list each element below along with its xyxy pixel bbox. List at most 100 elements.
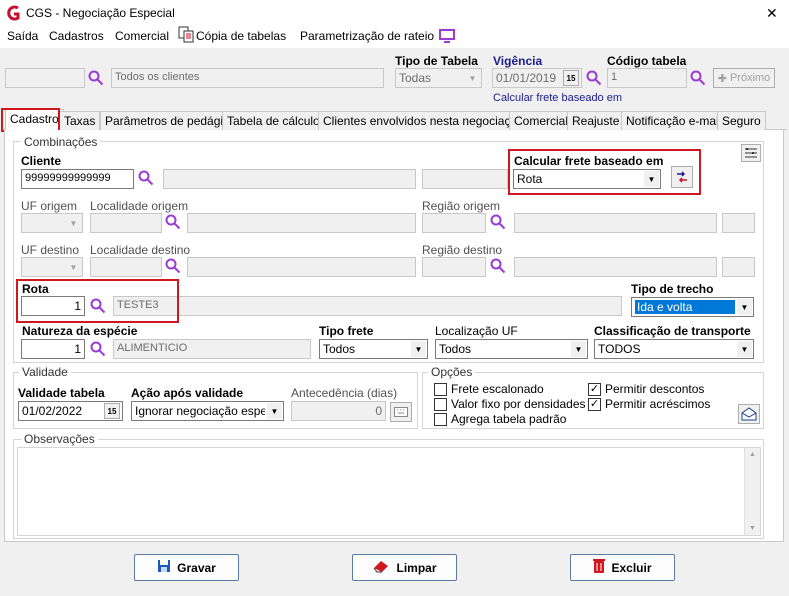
localidade-origem-desc: [187, 213, 416, 233]
tipo-trecho-label: Tipo de trecho: [631, 282, 714, 296]
scrollbar[interactable]: ▲ ▼: [744, 448, 760, 535]
chevron-down-icon: ▼: [66, 215, 81, 231]
tipo-trecho-select[interactable]: Ida e volta ▼: [631, 297, 754, 317]
search-icon[interactable]: [690, 70, 708, 88]
observacoes-textarea[interactable]: ▲ ▼: [17, 447, 761, 536]
excluir-button[interactable]: Excluir: [570, 554, 675, 581]
acao-validade-value: Ignorar negociação especial: [135, 404, 265, 418]
chevron-down-icon: ▼: [411, 341, 426, 357]
plus-icon: ✚: [717, 72, 727, 85]
cliente-label: Cliente: [21, 154, 62, 168]
limpar-label: Limpar: [396, 560, 437, 575]
menu-parametrizacao-rateio[interactable]: Parametrização de rateio: [300, 29, 434, 43]
localidade-destino-field[interactable]: [90, 257, 162, 277]
agrega-tabela-label: Agrega tabela padrão: [451, 412, 567, 426]
menu-comercial[interactable]: Comercial: [115, 29, 169, 43]
menu-copia-tabelas[interactable]: Cópia de tabelas: [196, 29, 286, 43]
regiao-destino-desc: [514, 257, 717, 277]
tab-comercial[interactable]: Comercial: [509, 111, 574, 130]
regiao-origem-label: Região origem: [422, 199, 501, 213]
search-icon[interactable]: [586, 70, 604, 88]
search-icon[interactable]: [138, 170, 156, 188]
scroll-up-icon[interactable]: ▲: [749, 451, 756, 458]
permitir-descontos-checkbox[interactable]: ✓: [588, 383, 601, 396]
natureza-label: Natureza da espécie: [22, 324, 138, 338]
search-icon[interactable]: [165, 214, 183, 232]
permitir-acrescimos-label: Permitir acréscimos: [605, 397, 711, 411]
gravar-label: Gravar: [177, 560, 216, 575]
search-icon[interactable]: [490, 258, 508, 276]
antecedencia-field[interactable]: 0: [291, 401, 386, 421]
cliente-field[interactable]: 99999999999999: [21, 169, 134, 189]
rota-desc-field: TESTE3: [113, 296, 622, 316]
excluir-label: Excluir: [611, 560, 652, 575]
tab-notificacao-email[interactable]: Notificação e-mail: [621, 111, 727, 130]
highlight-rota: [16, 279, 179, 323]
localidade-destino-desc: [187, 257, 416, 277]
uf-destino-select[interactable]: ▼: [21, 257, 83, 277]
search-icon[interactable]: [490, 214, 508, 232]
grid-settings-icon[interactable]: [741, 144, 761, 162]
localidade-origem-field[interactable]: [90, 213, 162, 233]
agrega-tabela-checkbox[interactable]: [434, 413, 447, 426]
tab-clientes-envolvidos[interactable]: Clientes envolvidos nesta negociação: [318, 111, 529, 130]
codigo-tabela-label: Código tabela: [607, 54, 687, 68]
highlight-calcular-frete: [508, 149, 701, 195]
limpar-button[interactable]: Limpar: [352, 554, 457, 581]
frete-escalonado-label: Frete escalonado: [451, 382, 544, 396]
acao-validade-label: Ação após validade: [131, 386, 244, 400]
frete-escalonado-checkbox[interactable]: [434, 383, 447, 396]
tab-parametros-pedagio[interactable]: Parâmetros de pedágio: [100, 111, 235, 130]
tab-seguro[interactable]: Seguro: [717, 111, 766, 130]
close-icon[interactable]: ✕: [766, 5, 778, 22]
search-icon[interactable]: [165, 258, 183, 276]
menu-cadastros[interactable]: Cadastros: [49, 29, 104, 43]
keyboard-icon[interactable]: [390, 402, 412, 422]
classificacao-value: TODOS: [598, 342, 641, 356]
chevron-down-icon: ▼: [465, 70, 480, 86]
calendar-icon[interactable]: 15: [104, 403, 120, 419]
uf-origem-select[interactable]: ▼: [21, 213, 83, 233]
regiao-origem-field[interactable]: [422, 213, 486, 233]
menu-bar: Saída Cadastros Comercial Cópia de tabel…: [0, 26, 789, 48]
tipo-tabela-select[interactable]: Todas ▼: [395, 68, 482, 88]
search-icon[interactable]: [90, 341, 108, 359]
vigencia-note: Calcular frete baseado em: [493, 92, 623, 104]
acao-validade-select[interactable]: Ignorar negociação especial▼: [131, 401, 284, 421]
copy-tables-icon: [178, 26, 195, 43]
chevron-down-icon: ▼: [267, 403, 282, 419]
opcoes-title: Opções: [428, 365, 476, 379]
natureza-field[interactable]: 1: [21, 339, 85, 359]
search-icon[interactable]: [88, 70, 106, 88]
proximo-button[interactable]: ✚ Próximo: [713, 68, 775, 88]
menu-saida[interactable]: Saída: [7, 29, 38, 43]
monitor-icon[interactable]: [438, 28, 456, 44]
tab-tabela-calculo[interactable]: Tabela de cálculo: [222, 111, 325, 130]
scroll-down-icon[interactable]: ▼: [749, 525, 756, 532]
validade-tabela-label: Validade tabela: [18, 386, 105, 400]
tab-reajuste[interactable]: Reajuste: [567, 111, 625, 130]
tipo-frete-select[interactable]: Todos ▼: [319, 339, 428, 359]
proximo-label: Próximo: [729, 72, 771, 84]
valor-fixo-checkbox[interactable]: [434, 398, 447, 411]
observacoes-title: Observações: [21, 432, 98, 446]
codigo-tabela-field[interactable]: 1: [607, 68, 687, 88]
gravar-button[interactable]: Gravar: [134, 554, 239, 581]
tab-taxas[interactable]: Taxas: [59, 111, 101, 130]
calendar-icon[interactable]: 15: [563, 70, 579, 86]
chevron-down-icon: ▼: [737, 299, 752, 315]
envelope-icon[interactable]: [738, 404, 760, 424]
tipo-tabela-label: Tipo de Tabela: [395, 54, 478, 68]
localidade-destino-label: Localidade destino: [90, 243, 191, 257]
tipo-frete-label: Tipo frete: [319, 324, 374, 338]
regiao-destino-extra: [722, 257, 755, 277]
regiao-destino-field[interactable]: [422, 257, 486, 277]
antecedencia-label: Antecedência (dias): [291, 386, 398, 400]
localizacao-uf-value: Todos: [439, 342, 472, 356]
eraser-icon: [372, 559, 390, 576]
cliente-extra-field: [422, 169, 508, 189]
permitir-acrescimos-checkbox[interactable]: ✓: [588, 398, 601, 411]
classificacao-select[interactable]: TODOS ▼: [594, 339, 754, 359]
localizacao-uf-select[interactable]: Todos ▼: [435, 339, 588, 359]
cliente-code-field[interactable]: [5, 68, 85, 88]
